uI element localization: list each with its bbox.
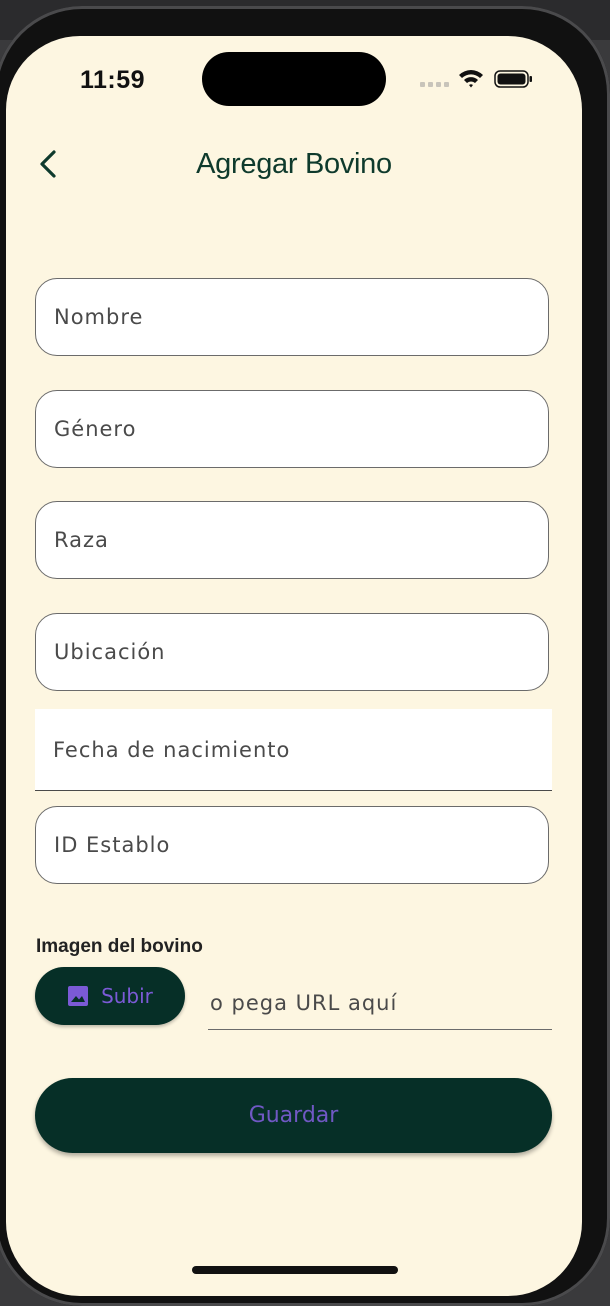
status-bar: 11:59: [6, 36, 582, 126]
genero-field[interactable]: Género: [35, 390, 549, 468]
save-button[interactable]: Guardar: [35, 1078, 552, 1153]
wifi-icon: [459, 70, 483, 88]
app-screen: 11:59 Agregar Bovino Nombre Género Raza …: [6, 36, 582, 1296]
url-placeholder: o pega URL aquí: [210, 990, 398, 1015]
fecha-nacimiento-field[interactable]: Fecha de nacimiento: [35, 709, 552, 791]
app-bar: Agregar Bovino: [6, 136, 582, 196]
raza-label: Raza: [54, 528, 109, 552]
id-establo-label: ID Establo: [54, 833, 171, 857]
nombre-label: Nombre: [54, 305, 144, 329]
raza-field[interactable]: Raza: [35, 501, 549, 579]
dynamic-island: [202, 52, 386, 106]
page-title: Agregar Bovino: [196, 148, 392, 180]
genero-label: Género: [54, 417, 137, 441]
cellular-signal-icon: [420, 82, 449, 87]
home-indicator: [192, 1266, 398, 1274]
image-section-label: Imagen del bovino: [36, 936, 203, 957]
image-icon: [68, 986, 89, 1006]
save-label: Guardar: [248, 1103, 339, 1128]
phone-frame: 11:59 Agregar Bovino Nombre Género Raza …: [0, 6, 610, 1306]
fecha-nacimiento-label: Fecha de nacimiento: [53, 737, 291, 762]
image-url-input[interactable]: o pega URL aquí: [208, 976, 552, 1030]
ubicacion-label: Ubicación: [54, 640, 166, 664]
upload-label: Subir: [101, 984, 153, 1008]
id-establo-field[interactable]: ID Establo: [35, 806, 549, 884]
upload-button[interactable]: Subir: [35, 967, 185, 1025]
ubicacion-field[interactable]: Ubicación: [35, 613, 549, 691]
nombre-field[interactable]: Nombre: [35, 278, 549, 356]
status-time: 11:59: [80, 66, 146, 94]
battery-icon: [494, 70, 532, 88]
